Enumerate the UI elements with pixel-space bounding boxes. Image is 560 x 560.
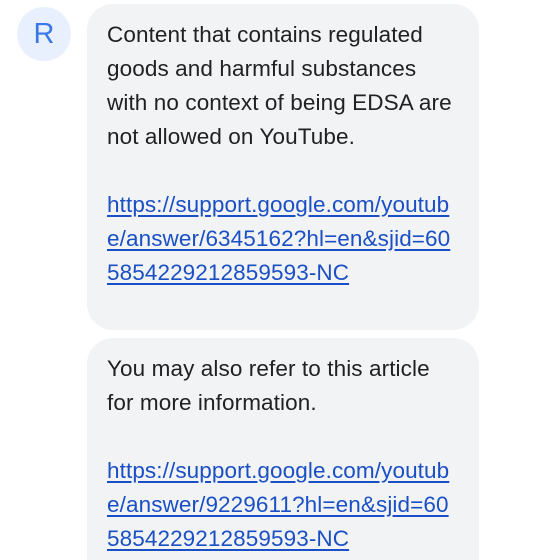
message-bubble: Content that contains regulated goods an… — [87, 4, 479, 330]
support-article-link[interactable]: https://support.google.com/youtube/answe… — [107, 188, 457, 290]
avatar-letter: R — [33, 17, 55, 50]
sender-avatar[interactable]: R — [17, 7, 71, 61]
message-text: You may also refer to this article for m… — [107, 356, 437, 415]
chat-screen: R Content that contains regulated goods … — [0, 0, 560, 560]
message-bubble: You may also refer to this article for m… — [87, 338, 479, 560]
message-text: Content that contains regulated goods an… — [107, 22, 459, 149]
support-article-link[interactable]: https://support.google.com/youtube/answe… — [107, 454, 457, 556]
